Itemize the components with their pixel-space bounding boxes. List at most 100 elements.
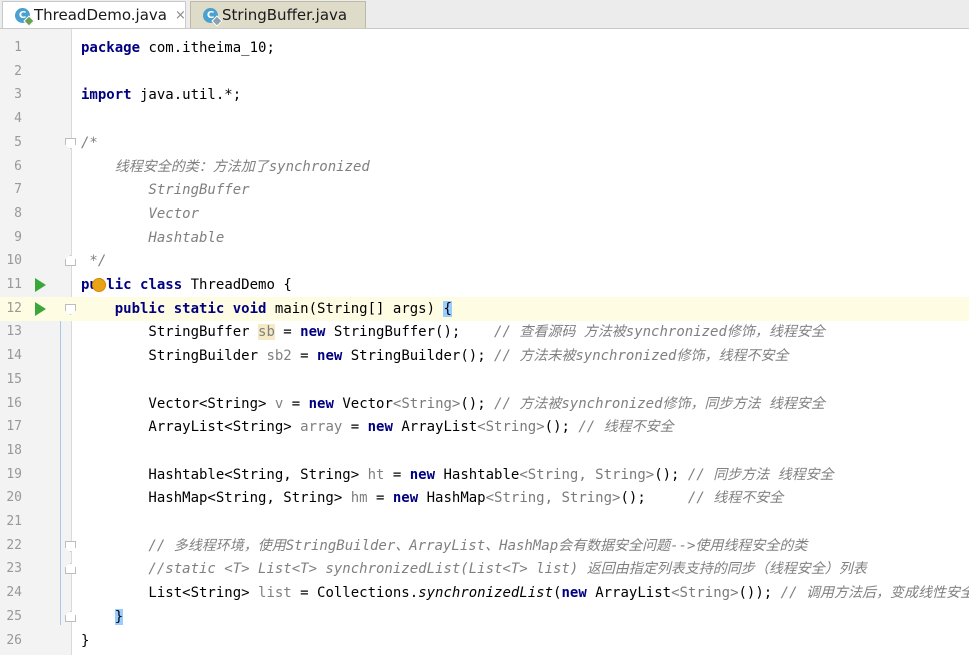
- code-text[interactable]: ArrayList<String> array = new ArrayList<…: [81, 415, 673, 439]
- code-text[interactable]: List<String> list = Collections.synchron…: [81, 581, 969, 605]
- tab-label: ThreadDemo.java: [34, 6, 167, 24]
- line-number[interactable]: 9: [0, 226, 22, 250]
- code-token: new: [392, 490, 419, 506]
- tab-stringbuffer-java[interactable]: C StringBuffer.java: [190, 1, 366, 28]
- code-line[interactable]: 4: [0, 107, 969, 131]
- code-line[interactable]: 26}: [0, 629, 969, 653]
- line-number[interactable]: 18: [0, 439, 22, 463]
- code-line[interactable]: 20 HashMap<String, String> hm = new Hash…: [0, 486, 969, 510]
- code-token: ();: [620, 490, 688, 506]
- line-number[interactable]: 7: [0, 178, 22, 202]
- code-line[interactable]: 2: [0, 60, 969, 84]
- code-line[interactable]: 25 }: [0, 605, 969, 629]
- line-number[interactable]: 21: [0, 510, 22, 534]
- code-token: import: [81, 87, 132, 103]
- code-text[interactable]: public class ThreadDemo {: [81, 273, 292, 297]
- code-token: synchronizedList: [418, 585, 554, 601]
- run-icon[interactable]: [35, 278, 46, 292]
- code-token: static: [173, 301, 225, 317]
- code-text[interactable]: // 多线程环境，使用StringBuilder、ArrayList、HashM…: [81, 534, 807, 558]
- code-line[interactable]: 18: [0, 439, 969, 463]
- code-line[interactable]: 14 StringBuilder sb2 = new StringBuilder…: [0, 344, 969, 368]
- fold-marker-icon[interactable]: [65, 138, 76, 149]
- code-text[interactable]: Vector<String> v = new Vector<String>();…: [81, 392, 825, 416]
- code-text[interactable]: StringBuilder sb2 = new StringBuilder();…: [81, 344, 788, 368]
- line-number[interactable]: 11: [0, 273, 22, 297]
- code-line[interactable]: 1 package com.itheima_10;: [0, 36, 969, 60]
- fold-marker-icon[interactable]: [65, 611, 76, 622]
- code-line[interactable]: 9 Hashtable: [0, 226, 969, 250]
- code-text[interactable]: HashMap<String, String> hm = new HashMap…: [81, 486, 783, 510]
- line-number[interactable]: 15: [0, 368, 22, 392]
- code-token: Hashtable: [81, 230, 225, 246]
- code-text[interactable]: public static void main(String[] args) {: [81, 297, 452, 321]
- code-line[interactable]: 8 Vector: [0, 202, 969, 226]
- code-line[interactable]: 13 StringBuffer sb = new StringBuffer();…: [0, 320, 969, 344]
- code-text[interactable]: Vector: [81, 202, 199, 226]
- run-icon[interactable]: [35, 302, 46, 316]
- line-number[interactable]: 4: [0, 107, 22, 131]
- fold-marker-icon[interactable]: [65, 255, 76, 266]
- code-token: StringBuilder();: [342, 348, 495, 364]
- line-number[interactable]: 1: [0, 36, 22, 60]
- code-line[interactable]: 21: [0, 510, 969, 534]
- line-number[interactable]: 24: [0, 581, 22, 605]
- fold-marker-icon[interactable]: [65, 304, 76, 315]
- code-line[interactable]: 12 public static void main(String[] args…: [0, 297, 969, 321]
- fold-marker-icon[interactable]: [65, 563, 76, 574]
- line-number[interactable]: 23: [0, 557, 22, 581]
- line-number[interactable]: 3: [0, 83, 22, 107]
- fold-marker-icon[interactable]: [65, 541, 76, 552]
- code-text[interactable]: }: [81, 605, 124, 629]
- code-line[interactable]: 24 List<String> list = Collections.synch…: [0, 581, 969, 605]
- line-number[interactable]: 8: [0, 202, 22, 226]
- code-token: // 方法未被synchronized修饰，线程不安全: [494, 348, 789, 364]
- line-number[interactable]: 17: [0, 415, 22, 439]
- code-text[interactable]: */: [81, 249, 106, 273]
- code-token: // 同步方法 线程安全: [687, 467, 834, 483]
- code-line[interactable]: 3 import java.util.*;: [0, 83, 969, 107]
- intention-bulb-icon[interactable]: [92, 278, 106, 292]
- line-number[interactable]: 19: [0, 463, 22, 487]
- code-text[interactable]: package com.itheima_10;: [81, 36, 275, 60]
- line-number[interactable]: 20: [0, 486, 22, 510]
- code-text[interactable]: Hashtable: [81, 226, 224, 250]
- close-tab-icon[interactable]: ×: [175, 8, 186, 23]
- tab-threaddemo-java[interactable]: C ThreadDemo.java ×: [2, 1, 186, 28]
- code-line[interactable]: 23 //static <T> List<T> synchronizedList…: [0, 557, 969, 581]
- code-text[interactable]: StringBuffer: [81, 178, 249, 202]
- line-number[interactable]: 5: [0, 131, 22, 155]
- code-text[interactable]: StringBuffer sb = new StringBuffer(); //…: [81, 320, 825, 344]
- line-number[interactable]: 13: [0, 320, 22, 344]
- code-text[interactable]: }: [81, 629, 89, 653]
- line-number[interactable]: 25: [0, 605, 22, 629]
- code-line[interactable]: 16 Vector<String> v = new Vector<String>…: [0, 392, 969, 416]
- line-number[interactable]: 14: [0, 344, 22, 368]
- line-number[interactable]: 2: [0, 60, 22, 84]
- code-line[interactable]: 6 线程安全的类：方法加了synchronized: [0, 155, 969, 179]
- line-number[interactable]: 22: [0, 534, 22, 558]
- code-line[interactable]: 7 StringBuffer: [0, 178, 969, 202]
- code-line[interactable]: 22 // 多线程环境，使用StringBuilder、ArrayList、Ha…: [0, 534, 969, 558]
- code-token: new: [308, 396, 334, 412]
- code-text[interactable]: import java.util.*;: [81, 83, 241, 107]
- code-line[interactable]: 15: [0, 368, 969, 392]
- code-line[interactable]: 19 Hashtable<String, String> ht = new Ha…: [0, 463, 969, 487]
- code-text[interactable]: //static <T> List<T> synchronizedList(Li…: [81, 557, 866, 581]
- line-number[interactable]: 10: [0, 249, 22, 273]
- line-number[interactable]: 16: [0, 392, 22, 416]
- code-token: <String, String>: [485, 490, 621, 506]
- line-number[interactable]: 26: [0, 629, 22, 653]
- code-line[interactable]: 11 public class ThreadDemo {: [0, 273, 969, 297]
- code-line[interactable]: 10 */: [0, 249, 969, 273]
- code-line[interactable]: 17 ArrayList<String> array = new ArrayLi…: [0, 415, 969, 439]
- line-number[interactable]: 12: [0, 297, 22, 321]
- code-text[interactable]: Hashtable<String, String> ht = new Hasht…: [81, 463, 834, 487]
- code-text[interactable]: /*: [81, 131, 98, 155]
- code-token: Vector: [333, 396, 393, 412]
- code-line[interactable]: 5 /*: [0, 131, 969, 155]
- line-number[interactable]: 6: [0, 155, 22, 179]
- code-text[interactable]: 线程安全的类：方法加了synchronized: [81, 155, 370, 179]
